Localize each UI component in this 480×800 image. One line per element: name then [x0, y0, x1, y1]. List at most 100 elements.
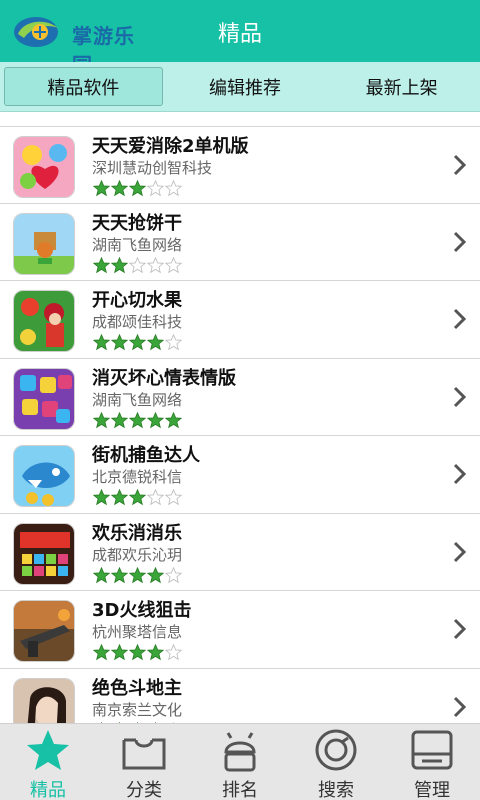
tab-featured-software[interactable]: 精品软件	[4, 67, 163, 106]
app-icon	[13, 522, 75, 585]
star-filled-icon	[129, 489, 146, 506]
rating-stars	[93, 411, 182, 429]
star-filled-icon	[93, 256, 110, 273]
nav-label: 精品	[30, 780, 66, 800]
star-empty-icon	[165, 489, 182, 506]
star-empty-icon	[165, 256, 182, 273]
top-bar: 掌游乐园 精品	[0, 0, 480, 77]
star-empty-icon	[165, 180, 182, 197]
app-name: 开心切水果	[92, 290, 182, 311]
category-icon	[122, 738, 166, 770]
star-filled-icon	[111, 566, 128, 583]
page-title: 精品	[217, 22, 262, 47]
star-empty-icon	[129, 256, 146, 273]
star-filled-icon	[147, 566, 164, 583]
app-developer: 湖南飞鱼网络	[92, 235, 183, 254]
star-empty-icon	[165, 644, 182, 661]
app-icon	[13, 600, 75, 662]
nav-ranking[interactable]: 排名	[192, 724, 288, 800]
chevron-right-icon	[453, 541, 467, 562]
tab-bar: 精品软件 编辑推荐 最新上架	[0, 62, 480, 112]
star-filled-icon	[93, 180, 110, 197]
star-icon	[27, 730, 69, 770]
chevron-right-icon	[453, 231, 467, 252]
star-filled-icon	[111, 334, 128, 351]
list-item[interactable]: 开心切水果 成都颂佳科技	[0, 281, 480, 359]
tab-editor-picks[interactable]: 编辑推荐	[167, 62, 324, 111]
star-filled-icon	[111, 644, 128, 661]
app-developer: 成都欢乐沁玥	[92, 545, 183, 564]
app-developer: 南京索兰文化	[92, 700, 183, 719]
star-filled-icon	[111, 411, 128, 428]
list-item[interactable]: 欢乐消消乐 成都欢乐沁玥	[0, 514, 480, 591]
app-icon	[13, 290, 75, 352]
app-developer: 北京德锐科信	[92, 468, 183, 486]
chevron-right-icon	[453, 618, 467, 640]
star-filled-icon	[93, 334, 110, 351]
nav-label: 搜索	[318, 780, 354, 800]
nav-label: 管理	[414, 780, 450, 800]
nav-label: 排名	[222, 780, 258, 800]
app-developer: 深圳慧动创智科技	[92, 159, 213, 177]
star-filled-icon	[129, 644, 146, 661]
bottom-nav: 精品 分类 排名 搜索 管理	[0, 723, 480, 800]
star-filled-icon	[93, 644, 110, 661]
app-name: 街机捕鱼达人	[92, 445, 200, 466]
rating-stars	[93, 644, 182, 661]
nav-category[interactable]: 分类	[96, 724, 192, 800]
app-name: 欢乐消消乐	[92, 522, 182, 544]
list-item[interactable]: 天天爱消除2单机版 深圳慧动创智科技	[0, 126, 480, 204]
star-filled-icon	[111, 180, 128, 197]
star-filled-icon	[147, 411, 164, 428]
star-filled-icon	[93, 566, 110, 583]
nav-featured[interactable]: 精品	[0, 724, 96, 800]
star-filled-icon	[129, 566, 146, 583]
app-list: 天天爱消除2单机版 深圳慧动创智科技 天天抢饼干 湖南飞鱼网络 开心切水果 成都…	[0, 126, 480, 746]
app-name: 天天爱消除2单机版	[92, 136, 249, 157]
nav-manage[interactable]: 管理	[384, 724, 480, 800]
app-name: 消灭坏心情表情版	[92, 367, 236, 389]
app-name: 天天抢饼干	[92, 212, 182, 234]
app-icon	[13, 212, 75, 275]
chevron-right-icon	[453, 386, 467, 407]
star-filled-icon	[111, 256, 128, 273]
star-empty-icon	[147, 256, 164, 273]
app-developer: 湖南飞鱼网络	[92, 390, 183, 409]
nav-search[interactable]: 搜索	[288, 724, 384, 800]
star-filled-icon	[129, 180, 146, 197]
list-item[interactable]: 3D火线狙击 杭州聚塔信息	[0, 591, 480, 669]
manage-icon	[411, 730, 453, 770]
star-empty-icon	[165, 566, 182, 583]
app-icon	[13, 136, 75, 198]
star-filled-icon	[129, 411, 146, 428]
star-empty-icon	[147, 489, 164, 506]
rating-stars	[93, 489, 182, 506]
star-filled-icon	[93, 411, 110, 428]
list-item[interactable]: 消灭坏心情表情版 湖南飞鱼网络	[0, 359, 480, 436]
list-item[interactable]: 天天抢饼干 湖南飞鱼网络	[0, 204, 480, 281]
rating-stars	[93, 256, 182, 274]
app-developer: 成都颂佳科技	[92, 313, 183, 331]
star-filled-icon	[147, 334, 164, 351]
search-icon	[315, 729, 357, 771]
list-item[interactable]: 街机捕鱼达人 北京德锐科信	[0, 436, 480, 514]
chevron-right-icon	[453, 308, 467, 330]
star-filled-icon	[111, 489, 128, 506]
rating-stars	[93, 334, 182, 351]
rating-stars	[93, 566, 182, 584]
nav-label: 分类	[126, 780, 162, 800]
star-filled-icon	[165, 411, 182, 428]
app-developer: 杭州聚塔信息	[92, 623, 183, 641]
android-icon	[224, 732, 256, 772]
star-empty-icon	[165, 334, 182, 351]
app-icon	[13, 367, 75, 430]
chevron-right-icon	[453, 154, 467, 176]
chevron-right-icon	[453, 463, 467, 485]
star-empty-icon	[147, 180, 164, 197]
rating-stars	[93, 180, 182, 197]
star-filled-icon	[147, 644, 164, 661]
chevron-right-icon	[453, 696, 467, 717]
star-filled-icon	[129, 334, 146, 351]
tab-new-arrivals[interactable]: 最新上架	[323, 62, 480, 111]
star-filled-icon	[93, 489, 110, 506]
